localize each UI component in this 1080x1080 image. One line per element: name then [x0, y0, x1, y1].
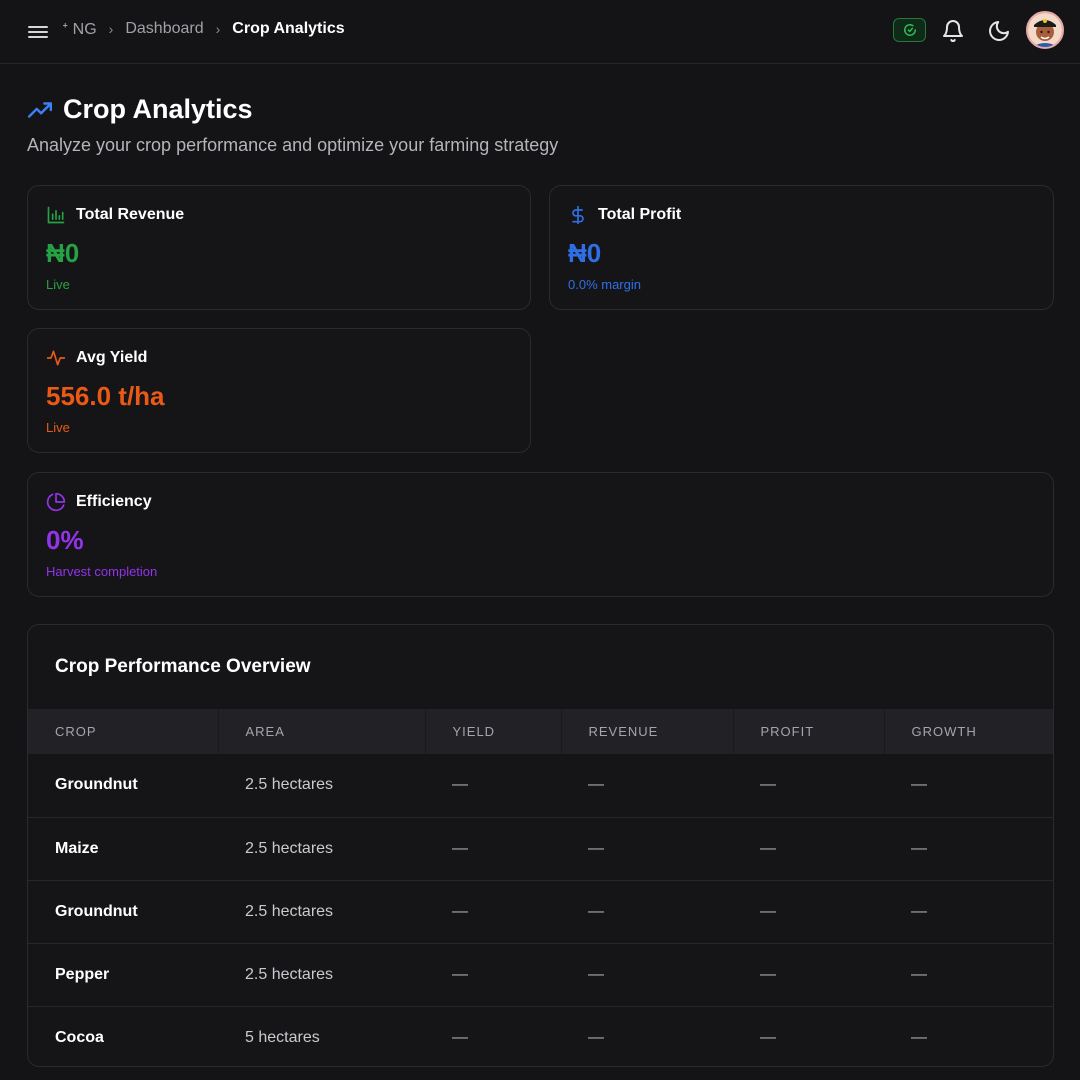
sync-status-button[interactable] [893, 18, 926, 42]
revenue-cell: — [588, 965, 604, 983]
bell-icon[interactable] [941, 19, 965, 43]
crop-performance-table: CROP AREA YIELD REVENUE PROFIT GROWTH Gr… [28, 709, 1053, 1066]
table-row[interactable]: Groundnut 2.5 hectares — — — — [28, 754, 1053, 817]
profit-cell: — [760, 839, 776, 857]
yield-cell: — [452, 839, 468, 857]
column-header-yield[interactable]: YIELD [424, 709, 561, 754]
avg-yield-card: Avg Yield 556.0 t/ha Live [27, 328, 531, 453]
crop-performance-card: Crop Performance Overview CROP AREA YIEL… [27, 624, 1054, 1067]
avatar[interactable] [1026, 11, 1064, 49]
revenue-cell: — [588, 1028, 604, 1046]
profit-cell: — [760, 776, 776, 794]
breadcrumb-org[interactable]: ᐩ NG [62, 19, 97, 39]
card-label: Total Revenue [76, 206, 185, 223]
growth-cell: — [911, 776, 927, 794]
breadcrumb: ᐩ NG › Dashboard › Crop Analytics [62, 19, 345, 39]
growth-cell: — [911, 839, 927, 857]
efficiency-card: Efficiency 0% Harvest completion [27, 472, 1054, 597]
crop-cell: Groundnut [55, 776, 138, 794]
yield-cell: — [452, 902, 468, 920]
column-header-profit[interactable]: PROFIT [732, 709, 884, 754]
menu-icon[interactable] [28, 23, 48, 41]
moon-icon[interactable] [987, 19, 1011, 43]
total-revenue-sub: Live [46, 277, 70, 292]
growth-cell: — [911, 965, 927, 983]
column-header-growth[interactable]: GROWTH [883, 709, 1053, 754]
growth-cell: — [911, 902, 927, 920]
card-label: Avg Yield [76, 349, 148, 366]
crop-cell: Cocoa [55, 1028, 104, 1046]
crop-cell: Maize [55, 839, 99, 857]
growth-cell: — [911, 1028, 927, 1046]
area-cell: 2.5 hectares [245, 902, 334, 920]
column-header-crop[interactable]: CROP [28, 709, 218, 754]
activity-icon [46, 350, 66, 366]
avg-yield-sub: Live [46, 420, 70, 435]
breadcrumb-separator: › [108, 21, 114, 37]
table-row[interactable]: Cocoa 5 hectares — — — — [28, 1006, 1053, 1066]
table-header-row: CROP AREA YIELD REVENUE PROFIT GROWTH [28, 709, 1053, 754]
card-label: Efficiency [76, 493, 152, 510]
crop-cell: Pepper [55, 965, 110, 983]
table-row[interactable]: Groundnut 2.5 hectares — — — — [28, 880, 1053, 943]
avg-yield-value: 556.0 t/ha [46, 381, 165, 411]
profit-cell: — [760, 902, 776, 920]
area-cell: 2.5 hectares [245, 965, 334, 983]
area-cell: 2.5 hectares [245, 776, 334, 794]
profit-cell: — [760, 965, 776, 983]
trending-up-icon [27, 101, 53, 118]
page-title-text: Crop Analytics [63, 94, 253, 124]
area-cell: 2.5 hectares [245, 839, 334, 857]
efficiency-sub: Harvest completion [46, 564, 158, 579]
table-row[interactable]: Pepper 2.5 hectares — — — — [28, 943, 1053, 1006]
total-revenue-value: ₦0 [46, 238, 80, 268]
crop-cell: Groundnut [55, 902, 138, 920]
page-title: Crop Analytics [27, 94, 253, 125]
breadcrumb-dashboard[interactable]: Dashboard [125, 20, 203, 38]
breadcrumb-separator: › [215, 21, 221, 37]
yield-cell: — [452, 1028, 468, 1046]
total-profit-card: Total Profit ₦0 0.0% margin [549, 185, 1054, 310]
dollar-icon [572, 205, 584, 225]
column-header-revenue[interactable]: REVENUE [560, 709, 733, 754]
area-cell: 5 hectares [245, 1028, 320, 1046]
check-circle-icon [903, 24, 916, 36]
profit-cell: — [760, 1028, 776, 1046]
yield-cell: — [452, 776, 468, 794]
table-row[interactable]: Maize 2.5 hectares — — — — [28, 817, 1053, 880]
pie-chart-icon [46, 492, 66, 512]
top-bar: ᐩ NG › Dashboard › Crop Analytics [0, 0, 1080, 64]
efficiency-value: 0% [46, 525, 84, 555]
total-profit-value: ₦0 [568, 238, 602, 268]
page-subtitle: Analyze your crop performance and optimi… [27, 135, 559, 155]
revenue-cell: — [588, 776, 604, 794]
breadcrumb-current: Crop Analytics [232, 20, 345, 37]
table-title: Crop Performance Overview [55, 656, 311, 677]
revenue-cell: — [588, 902, 604, 920]
card-label: Total Profit [598, 206, 682, 223]
total-revenue-card: Total Revenue ₦0 Live [27, 185, 531, 310]
column-header-area[interactable]: AREA [217, 709, 425, 754]
yield-cell: — [452, 965, 468, 983]
revenue-cell: — [588, 839, 604, 857]
bar-chart-icon [47, 206, 65, 224]
total-profit-sub: 0.0% margin [568, 277, 641, 292]
